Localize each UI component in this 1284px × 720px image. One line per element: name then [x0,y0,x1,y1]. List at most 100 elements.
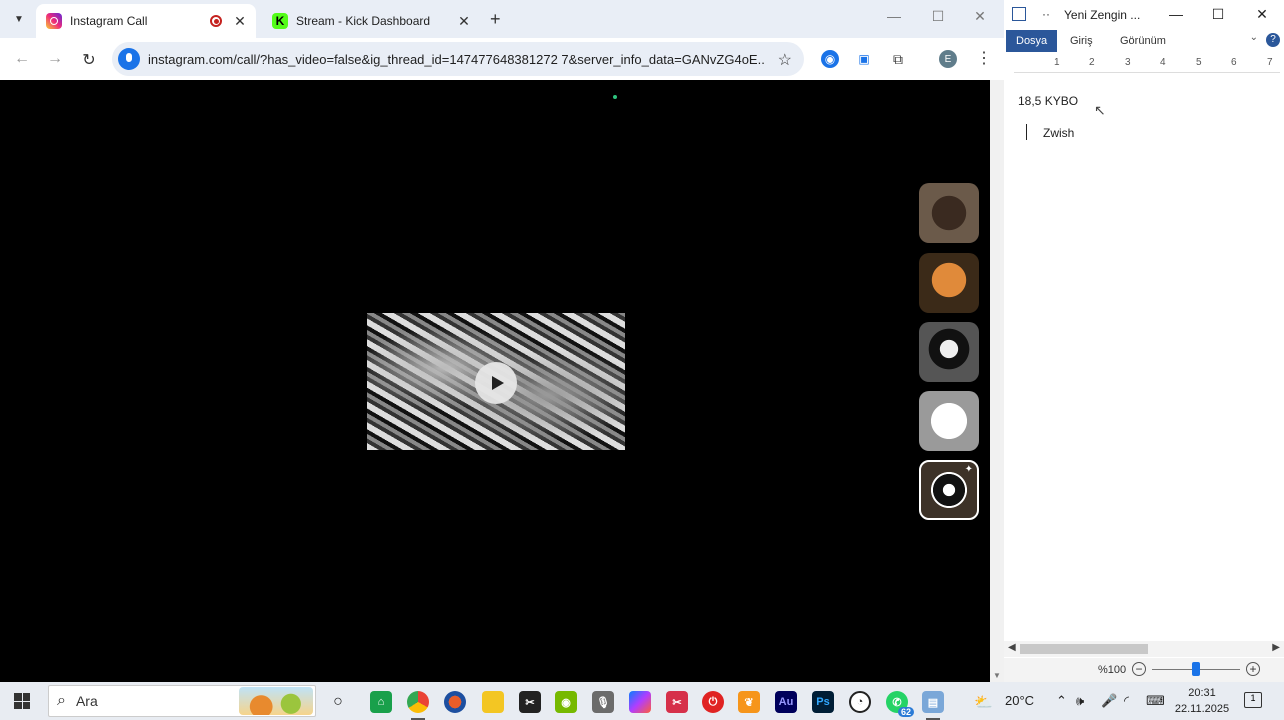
power-app-icon[interactable]: ⏻ [702,691,724,713]
date: 22.11.2025 [1174,703,1230,715]
tab-view[interactable]: Görünüm [1110,30,1176,52]
document-line[interactable]: Zwish [1043,126,1074,140]
whatsapp-icon[interactable]: ✆ 62 [886,691,914,717]
close-window-button[interactable]: ✕ [970,8,990,25]
reload-icon[interactable]: ↻ [79,50,99,70]
ribbon-tabs: Dosya Giriş Görünüm ⌄ ? [1004,30,1284,52]
nvidia-icon[interactable]: ◉ [555,691,577,713]
word-status-bar: %100 − + [1004,658,1284,682]
tab-home[interactable]: Giriş [1060,30,1103,52]
help-icon[interactable]: ? [1266,33,1280,47]
scroll-left-icon[interactable]: ◀ [1008,642,1016,653]
chevron-down-icon[interactable]: ⌄ [1250,32,1258,43]
chevron-up-icon[interactable]: ⌃ [1056,693,1067,709]
extensions-puzzle-icon[interactable]: ⧉ [889,50,907,68]
wifi-icon[interactable]: ◜ [1124,693,1129,709]
maximize-button[interactable]: ☐ [928,8,948,25]
horizontal-scrollbar[interactable]: ◀ ▶ [1004,641,1284,657]
close-window-button[interactable]: ✕ [1252,6,1272,23]
profile-avatar[interactable]: E [939,50,957,68]
search-icon: ⌕ [57,692,66,709]
close-tab-icon[interactable]: ✕ [456,13,472,30]
notepad-icon[interactable]: ▤ [922,691,944,720]
pin-icon: ✦ [964,464,973,475]
m365-icon[interactable] [629,691,651,713]
weather-temp[interactable]: 20°C [1005,693,1034,708]
shared-video-tile[interactable] [367,313,625,450]
ruler-mark: 5 [1196,57,1202,68]
menu-kebab-icon[interactable]: ⋮ [976,48,992,68]
tab-instagram-call[interactable]: Instagram Call ✕ [36,4,256,38]
tab-search-button[interactable]: ▼ [8,8,30,30]
browser-window: ▼ Instagram Call ✕ K Stream - Kick Dashb… [0,0,1004,682]
tab-file[interactable]: Dosya [1006,30,1058,52]
play-icon[interactable] [475,362,517,404]
taskbar: ⌕ Ara ○ ⌂ ✂ ◉ 🎙 ✂ ⏻ ❦ Au Ps ◔ ✆ 62 ▤ ⛅ 20… [0,682,1284,720]
ruler-mark: 4 [1160,57,1166,68]
tab-kick-dashboard[interactable]: K Stream - Kick Dashboard ✕ [262,4,480,38]
instagram-icon [46,13,62,29]
capcut-icon[interactable]: ✂ [519,691,541,713]
ruler-mark: 2 [1089,57,1095,68]
scroll-right-icon[interactable]: ▶ [1272,642,1280,653]
fl-studio-icon[interactable]: ❦ [738,691,760,713]
zoom-in-button[interactable]: + [1246,662,1260,676]
word-title-bar: ·· Yeni Zengin ... — ☐ ✕ [1004,0,1284,30]
screen-cast-icon[interactable]: ▣ [855,50,873,68]
document-icon [1012,7,1026,21]
task-view-icon[interactable]: ○ [327,691,349,713]
app-icon[interactable] [444,691,466,713]
whatsapp-badge: 62 [897,707,914,717]
notification-icon[interactable]: 1 [1244,692,1262,708]
recording-icon [210,15,222,27]
app-store-icon[interactable]: ⌂ [370,691,392,713]
volume-icon[interactable]: 🕪 [1076,693,1084,709]
windows-start-icon[interactable] [14,693,30,709]
participant-avatar-selected[interactable]: ✦ [919,460,979,520]
snipping-icon[interactable]: ✂ [666,691,688,713]
audition-icon[interactable]: Au [775,691,797,713]
close-tab-icon[interactable]: ✕ [232,13,248,30]
microphone-icon[interactable] [118,48,140,70]
participant-avatar[interactable] [919,391,979,451]
vertical-scrollbar[interactable]: ▼ [990,80,1004,682]
participant-avatar[interactable] [919,322,979,382]
tab-title: Instagram Call [70,14,148,28]
document-line[interactable]: 18,5 KYBO [1018,94,1078,108]
chrome-icon[interactable] [407,691,429,720]
browser-toolbar: ← → ↻ instagram.com/call/?has_video=fals… [0,38,1004,80]
participant-avatar[interactable] [919,253,979,313]
ruler-mark: 7 [1267,57,1273,68]
file-explorer-icon[interactable] [482,691,504,713]
scroll-thumb[interactable] [1020,644,1148,654]
maximize-button[interactable]: ☐ [1208,6,1228,23]
forward-icon[interactable]: → [45,50,65,68]
taskbar-search[interactable]: ⌕ Ara [48,685,316,717]
minimize-button[interactable]: — [1166,6,1186,22]
weather-icon[interactable]: ⛅ [974,693,993,711]
speedometer-icon[interactable]: ◔ [849,691,871,713]
ruler-mark: 6 [1231,57,1237,68]
microphone-icon[interactable]: 🎤 [1101,693,1117,709]
instagram-call-view: ✦ [0,80,990,682]
more-icon[interactable]: ·· [1042,7,1050,21]
extension-icon[interactable]: ◉ [821,50,839,68]
address-bar[interactable]: instagram.com/call/?has_video=false&ig_t… [112,42,804,76]
participant-avatar[interactable] [919,183,979,243]
clock[interactable]: 20:31 22.11.2025 [1170,685,1234,717]
new-tab-button[interactable]: + [490,9,501,30]
zoom-level[interactable]: %100 [1098,664,1126,676]
url-text[interactable]: instagram.com/call/?has_video=false&ig_t… [148,52,766,67]
ruler: 1 2 3 4 5 6 7 [1014,55,1280,73]
keyboard-icon[interactable]: ⌨ [1146,693,1165,709]
search-highlight-image [239,687,313,715]
photoshop-icon[interactable]: Ps [812,691,834,713]
zoom-out-button[interactable]: − [1132,662,1146,676]
text-caret [1026,124,1027,140]
back-icon[interactable]: ← [12,50,32,68]
bookmark-star-icon[interactable]: ☆ [778,50,792,70]
document-title: Yeni Zengin ... [1064,8,1141,22]
minimize-button[interactable]: — [884,8,904,24]
microphone-app-icon[interactable]: 🎙 [592,691,614,713]
zoom-slider-thumb[interactable] [1192,662,1200,676]
